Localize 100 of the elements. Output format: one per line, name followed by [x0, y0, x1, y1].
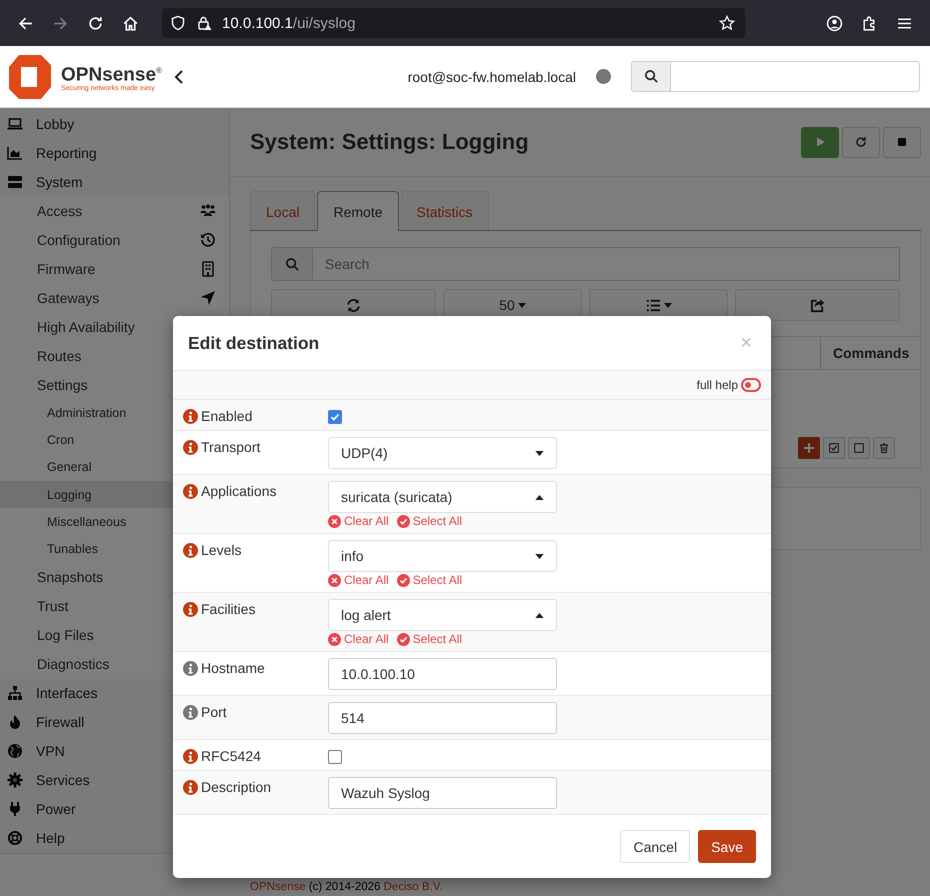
sidebar-item[interactable]: System: [0, 167, 229, 196]
info-icon[interactable]: [183, 749, 198, 764]
field-label: Enabled: [201, 408, 252, 424]
sidebar-item[interactable]: Power: [0, 794, 229, 824]
save-button[interactable]: Save: [698, 830, 756, 863]
clear-icon: [328, 574, 341, 586]
column-header[interactable]: Commands: [820, 337, 920, 369]
address-bar[interactable]: 10.0.100.1/ui/syslog: [162, 8, 745, 38]
export-button[interactable]: [735, 289, 900, 321]
chevron-left-icon[interactable]: [174, 68, 184, 84]
trash-icon: [879, 443, 889, 453]
sidebar-item[interactable]: Gateways: [0, 283, 229, 312]
cancel-button[interactable]: Cancel: [620, 830, 690, 863]
home-icon[interactable]: [122, 14, 139, 32]
users-icon: [199, 202, 217, 218]
clear-icon: [328, 514, 341, 528]
sidebar-item[interactable]: Help: [0, 824, 229, 853]
info-icon[interactable]: [183, 780, 198, 795]
flame-icon: [7, 714, 23, 730]
input-field[interactable]: 514: [328, 702, 557, 734]
select-field[interactable]: UDP(4): [328, 437, 557, 469]
search-icon: [284, 256, 300, 272]
select-all-link[interactable]: Select All: [396, 514, 462, 528]
select-field[interactable]: log alert: [328, 599, 557, 631]
export-icon: [810, 298, 825, 312]
clear-all-link[interactable]: Clear All: [328, 573, 389, 587]
input-field[interactable]: 10.0.100.10: [328, 658, 557, 690]
server-icon: [7, 174, 23, 190]
check-circle-icon: [396, 632, 410, 646]
restart-button[interactable]: [842, 126, 880, 158]
add-button[interactable]: [798, 437, 820, 459]
check-circle-icon: [396, 514, 410, 528]
select-all-link[interactable]: Select All: [396, 573, 462, 587]
select-all-link[interactable]: Select All: [396, 632, 462, 646]
search-field[interactable]: Search: [271, 247, 900, 281]
location-arrow-icon: [199, 290, 217, 306]
tab[interactable]: Remote: [317, 191, 398, 231]
clear-icon: [328, 632, 341, 646]
field-label: Facilities: [201, 601, 256, 617]
info-icon[interactable]: [183, 705, 198, 720]
start-button[interactable]: [801, 126, 839, 158]
account-icon[interactable]: [826, 14, 843, 32]
brand-name: OPNsense$^{®}$: [61, 63, 162, 86]
caret-icon: [535, 554, 544, 558]
search-placeholder: Search: [325, 256, 370, 272]
sitemap-icon: [7, 685, 23, 702]
caret-icon: [535, 494, 544, 500]
caret-icon: [535, 612, 544, 618]
field-label: Transport: [201, 439, 260, 455]
field-label: Levels: [201, 542, 242, 558]
tab[interactable]: Local: [250, 191, 316, 230]
sidebar-item[interactable]: Configuration: [0, 225, 229, 254]
clear-all-link[interactable]: Clear All: [328, 514, 389, 528]
check-circle-icon: [396, 574, 410, 586]
clear-all-link[interactable]: Clear All: [328, 632, 389, 646]
full-help-label: full help: [696, 378, 738, 392]
enable-button[interactable]: [823, 437, 845, 459]
sidebar-item[interactable]: Reporting: [0, 138, 229, 167]
footer-link[interactable]: Deciso B.V.: [384, 881, 443, 893]
refresh-icon: [346, 298, 361, 312]
select-field[interactable]: suricata (suricata): [328, 481, 557, 513]
laptop-icon: [7, 116, 23, 132]
plug-icon: [7, 801, 23, 818]
field-label: Description: [201, 779, 272, 795]
footer-link[interactable]: OPNsense: [250, 881, 306, 893]
shield-icon: [170, 15, 186, 31]
lifebuoy-icon: [7, 830, 23, 846]
sidebar-item[interactable]: Access: [0, 196, 229, 225]
list-icon: [646, 298, 660, 312]
info-icon[interactable]: [183, 409, 198, 424]
star-icon[interactable]: [719, 15, 735, 31]
delete-button[interactable]: [873, 437, 895, 459]
status-dot: [596, 69, 611, 84]
caret-icon: [518, 302, 526, 308]
search-field[interactable]: [631, 61, 920, 92]
chart-icon: [7, 144, 23, 160]
select-field[interactable]: info: [328, 540, 557, 572]
info-icon[interactable]: [183, 484, 198, 499]
full-help-toggle[interactable]: [741, 378, 761, 392]
reload-icon[interactable]: [87, 14, 104, 32]
field-label: RFC5424: [201, 748, 261, 764]
input-field[interactable]: Wazuh Syslog: [328, 777, 557, 809]
sidebar-item[interactable]: Lobby: [0, 109, 229, 138]
stop-button[interactable]: [883, 126, 921, 158]
checkbox[interactable]: [328, 410, 342, 424]
stop-icon: [896, 136, 908, 148]
info-icon[interactable]: [183, 440, 198, 455]
info-icon[interactable]: [183, 543, 198, 558]
tab[interactable]: Statistics: [400, 191, 489, 230]
checkbox[interactable]: [328, 750, 342, 764]
info-icon[interactable]: [183, 661, 198, 676]
caret-icon: [535, 450, 544, 456]
search-icon[interactable]: [644, 69, 658, 84]
reload-icon: [855, 136, 867, 148]
back-icon[interactable]: [17, 14, 34, 32]
disable-button[interactable]: [848, 437, 870, 459]
info-icon[interactable]: [183, 602, 198, 617]
footer-text: (c) 2014-2026: [308, 881, 382, 893]
sidebar-item[interactable]: Firmware: [0, 254, 229, 283]
user-name[interactable]: root@soc-fw.homelab.local: [408, 68, 576, 84]
